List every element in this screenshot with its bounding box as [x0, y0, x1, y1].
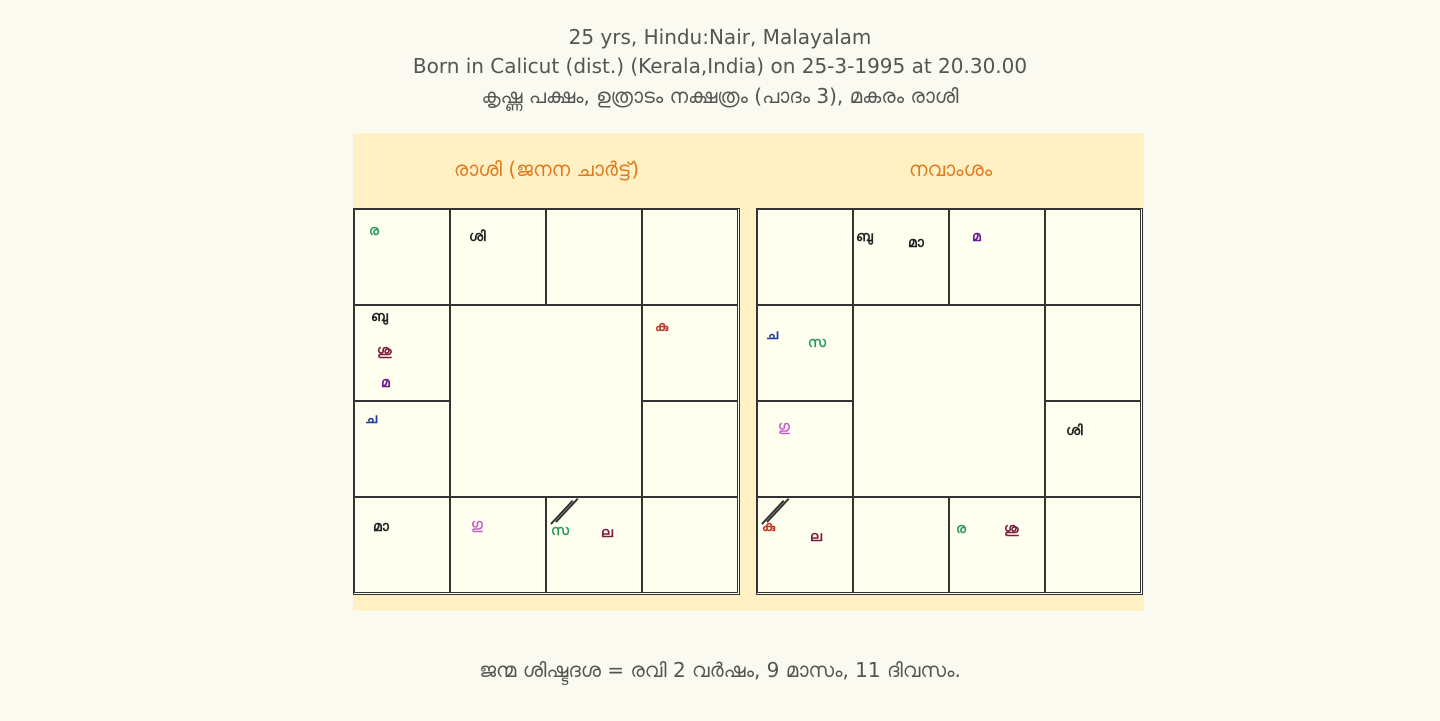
navamsa-chart: ബു മാ മ ച സ ഗു ശി കു ല ര ശു — [756, 208, 1143, 595]
planet-rahu: മ — [381, 375, 390, 391]
navamsa-house-medam: ബു മാ — [853, 209, 949, 305]
planet-ketu: സ — [808, 335, 826, 351]
planet-guru: ഗു — [471, 517, 483, 533]
rasi-house-kanni — [642, 497, 738, 593]
planet-shani: ശി — [1066, 423, 1083, 439]
navamsa-house-karkidakam — [1045, 305, 1141, 401]
rasi-house-idavam — [546, 209, 642, 305]
planet-shukra: ശു — [377, 343, 392, 359]
planet-budha: ബു — [856, 229, 873, 245]
rasi-chart: ര ശി ബു ശു മ കു ച മാ ഗു സ ല — [353, 208, 740, 595]
navamsa-house-dhanu: കു ല — [757, 497, 853, 593]
navamsa-chart-center — [853, 305, 1045, 497]
navamsa-house-meenam — [757, 209, 853, 305]
lagna-marker — [555, 498, 579, 523]
rasi-chart-center — [450, 305, 642, 497]
rasi-house-kumbham: ബു ശു മ — [354, 305, 450, 401]
planet-mandi: മാ — [373, 519, 389, 535]
star-details: കൃഷ്ണ പക്ഷം, ഉത്രാടം നക്ഷത്രം (പാദം 3), … — [481, 84, 959, 108]
navamsa-house-makaram: ഗു — [757, 401, 853, 497]
planet-chandra: ച — [365, 411, 378, 427]
planet-mandi: മാ — [908, 235, 924, 251]
planet-shukra: ശു — [1004, 521, 1019, 537]
lagnam: ല — [601, 525, 613, 541]
rasi-house-medam: ശി — [450, 209, 546, 305]
planet-budha: ബു — [371, 309, 388, 325]
planet-kuja: കു — [655, 319, 669, 335]
navamsa-house-chingam: ശി — [1045, 401, 1141, 497]
navamsa-house-thulam: ര ശു — [949, 497, 1045, 593]
planet-rahu: മ — [972, 229, 981, 245]
birth-details: Born in Calicut (dist.) (Kerala,India) o… — [412, 54, 1028, 78]
navamsa-house-idavam: മ — [949, 209, 1045, 305]
charts-panel: രാശി (ജനന ചാർട്ട്) നവാംശം ര ശി ബു ശു മ ക… — [353, 133, 1144, 611]
planet-shani: ശി — [469, 229, 486, 245]
planet-ketu: സ — [551, 523, 569, 539]
lagna-marker — [550, 500, 574, 525]
rasi-chart-title: രാശി (ജനന ചാർട്ട്) — [453, 157, 640, 181]
profile-summary: 25 yrs, Hindu:Nair, Malayalam — [568, 25, 872, 49]
lagnam: ല — [810, 529, 822, 545]
rasi-house-makaram: ച — [354, 401, 450, 497]
navamsa-house-kanni — [1045, 497, 1141, 593]
navamsa-chart-title: നവാംശം — [908, 157, 993, 181]
rasi-house-dhanu: മാ — [354, 497, 450, 593]
planet-ravi: ര — [369, 223, 380, 239]
rasi-house-vrischikam: ഗു — [450, 497, 546, 593]
planet-ravi: ര — [956, 521, 967, 537]
rasi-house-meenam: ര — [354, 209, 450, 305]
horoscope-page: 25 yrs, Hindu:Nair, Malayalam Born in Ca… — [0, 0, 1440, 721]
dasa-balance: ജന്മ ശിഷ്ടദശ = രവി 2 വർഷം, 9 മാസം, 11 ദി… — [479, 658, 961, 682]
planet-kuja: കു — [762, 519, 776, 535]
navamsa-house-vrischikam — [853, 497, 949, 593]
planet-guru: ഗു — [778, 419, 790, 435]
rasi-house-karkidakam: കു — [642, 305, 738, 401]
rasi-house-chingam — [642, 401, 738, 497]
planet-chandra: ച — [766, 327, 779, 343]
rasi-house-thulam: സ ല — [546, 497, 642, 593]
rasi-house-mithunam — [642, 209, 738, 305]
navamsa-house-kumbham: ച സ — [757, 305, 853, 401]
navamsa-house-mithunam — [1045, 209, 1141, 305]
